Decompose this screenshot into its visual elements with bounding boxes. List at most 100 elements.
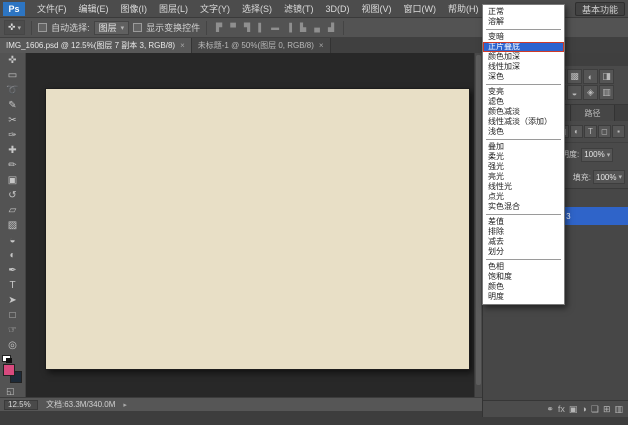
dodge-tool[interactable]: ◐ (0, 248, 25, 263)
menu-item[interactable]: 文字(Y) (194, 0, 236, 17)
black-white-icon[interactable]: ◨ (599, 69, 614, 84)
layer-style-icon[interactable]: fx (558, 404, 565, 414)
hand-tool[interactable]: ☞ (0, 323, 25, 338)
gradient-tool[interactable]: ▨ (0, 218, 25, 233)
distribute-bottom-icon[interactable]: ▟ (325, 22, 337, 34)
blend-mode-option[interactable]: 线性减淡（添加） (483, 117, 564, 127)
quick-selection-tool[interactable]: ✎ (0, 98, 25, 113)
new-adjustment-layer-icon[interactable]: ◑ (581, 404, 586, 414)
workspace-switcher-button[interactable]: 基本功能 (575, 2, 625, 16)
foreground-color-swatch[interactable] (3, 364, 15, 376)
menu-item[interactable]: 图像(I) (115, 0, 154, 17)
menu-item[interactable]: 滤镜(T) (278, 0, 320, 17)
history-brush-tool[interactable]: ↺ (0, 188, 25, 203)
align-right-edges-icon[interactable]: ▜ (241, 22, 253, 34)
delete-layer-icon[interactable]: ▥ (614, 404, 623, 415)
align-top-edges-icon[interactable]: ▌ (255, 22, 267, 34)
blend-mode-option[interactable]: 点光 (483, 192, 564, 202)
align-vertical-centers-icon[interactable]: ▬ (269, 22, 281, 34)
filter-adjustment-layers-icon[interactable]: ◐ (570, 125, 583, 138)
selective-color-icon[interactable]: ▥ (599, 85, 614, 100)
healing-brush-tool[interactable]: ✚ (0, 143, 25, 158)
blend-mode-option[interactable]: 饱和度 (483, 272, 564, 282)
blend-mode-option[interactable]: 明度 (483, 292, 564, 302)
document-image[interactable] (45, 88, 470, 370)
distribute-top-icon[interactable]: ▙ (297, 22, 309, 34)
gradient-map-icon[interactable]: ◈ (583, 85, 598, 100)
default-colors-icon[interactable] (2, 355, 11, 362)
filter-type-layers-icon[interactable]: T (584, 125, 597, 138)
blend-mode-option[interactable]: 浅色 (483, 127, 564, 137)
menu-item[interactable]: 编辑(E) (73, 0, 115, 17)
blend-mode-option[interactable]: 强光 (483, 162, 564, 172)
menu-item[interactable]: 窗口(W) (398, 0, 443, 17)
menu-item[interactable]: 3D(D) (320, 0, 356, 17)
filter-shape-layers-icon[interactable]: ◻ (598, 125, 611, 138)
blend-mode-option[interactable]: 颜色加深 (483, 52, 564, 62)
align-horizontal-centers-icon[interactable]: ▀ (227, 22, 239, 34)
blend-mode-option[interactable]: 溶解 (483, 17, 564, 27)
blend-mode-option[interactable]: 变亮 (483, 87, 564, 97)
blend-mode-option[interactable]: 颜色减淡 (483, 107, 564, 117)
filter-smart-objects-icon[interactable]: ▪ (612, 125, 625, 138)
menu-item[interactable]: 文件(F) (31, 0, 73, 17)
blend-mode-option[interactable]: 柔光 (483, 152, 564, 162)
align-left-edges-icon[interactable]: ▛ (213, 22, 225, 34)
blend-mode-option[interactable]: 实色混合 (483, 202, 564, 212)
auto-select-target-select[interactable]: 图层 ▾ (94, 21, 130, 35)
distribute-vertical-icon[interactable]: ▄ (311, 22, 323, 34)
blend-mode-option[interactable]: 滤色 (483, 97, 564, 107)
threshold-icon[interactable]: ◒ (567, 85, 582, 100)
menu-item[interactable]: 视图(V) (356, 0, 398, 17)
clone-stamp-tool[interactable]: ▣ (0, 173, 25, 188)
color-balance-icon[interactable]: ◐ (583, 69, 598, 84)
align-bottom-edges-icon[interactable]: ▐ (283, 22, 295, 34)
document-tab[interactable]: IMG_1606.psd @ 12.5%(图层 7 副本 3, RGB/8) × (0, 38, 192, 53)
blend-mode-option[interactable]: 叠加 (483, 142, 564, 152)
type-tool[interactable]: T (0, 278, 25, 293)
blend-mode-option[interactable]: 色相 (483, 262, 564, 272)
eyedropper-tool[interactable]: ✑ (0, 128, 25, 143)
blend-mode-option[interactable]: 亮光 (483, 172, 564, 182)
close-icon[interactable]: × (319, 41, 324, 50)
panel-tab[interactable]: 路径 (571, 105, 615, 121)
path-selection-tool[interactable]: ➤ (0, 293, 25, 308)
new-group-icon[interactable]: ❏ (591, 404, 599, 415)
shape-tool[interactable]: □ (0, 308, 25, 323)
status-options-arrow-icon[interactable]: ▸ (123, 401, 127, 409)
hue-saturation-icon[interactable]: ▩ (567, 69, 582, 84)
menu-item[interactable]: 图层(L) (153, 0, 194, 17)
add-layer-mask-icon[interactable]: ▣ (569, 404, 578, 415)
document-tab[interactable]: 未标题-1 @ 50%(图层 0, RGB/8) × (192, 38, 331, 53)
pen-tool[interactable]: ✒ (0, 263, 25, 278)
blend-mode-option[interactable]: 排除 (483, 227, 564, 237)
vertical-scrollbar-thumb[interactable] (476, 55, 481, 385)
tool-preset-dropdown[interactable]: ✜ ▾ (4, 20, 25, 35)
new-layer-icon[interactable]: ⊞ (603, 404, 611, 415)
blend-mode-option[interactable]: 变暗 (483, 32, 564, 42)
blend-mode-option[interactable]: 划分 (483, 247, 564, 257)
crop-tool[interactable]: ✂ (0, 113, 25, 128)
opacity-value-field[interactable]: 100% ▾ (581, 148, 613, 162)
blend-mode-option[interactable]: 正片叠底 (483, 42, 564, 52)
blend-mode-option[interactable]: 颜色 (483, 282, 564, 292)
blend-mode-option[interactable]: 线性光 (483, 182, 564, 192)
blend-mode-option[interactable]: 深色 (483, 72, 564, 82)
show-transform-checkbox[interactable] (133, 23, 142, 32)
zoom-level-field[interactable]: 12.5% (4, 400, 38, 410)
blur-tool[interactable]: ◒ (0, 233, 25, 248)
marquee-tool[interactable]: ▭ (0, 68, 25, 83)
brush-tool[interactable]: ✏ (0, 158, 25, 173)
move-tool[interactable]: ✜ (0, 53, 25, 68)
vertical-scrollbar[interactable] (474, 53, 482, 397)
quick-mask-icon[interactable]: ◱ (6, 386, 15, 397)
lasso-tool[interactable]: ➰ (0, 83, 25, 98)
fill-value-field[interactable]: 100% ▾ (593, 170, 625, 184)
blend-mode-option[interactable]: 减去 (483, 237, 564, 247)
close-icon[interactable]: × (180, 41, 185, 50)
auto-select-checkbox[interactable] (38, 23, 47, 32)
blend-mode-option[interactable]: 差值 (483, 217, 564, 227)
menu-item[interactable]: 帮助(H) (442, 0, 485, 17)
eraser-tool[interactable]: ▱ (0, 203, 25, 218)
zoom-tool[interactable]: ◎ (0, 338, 25, 353)
